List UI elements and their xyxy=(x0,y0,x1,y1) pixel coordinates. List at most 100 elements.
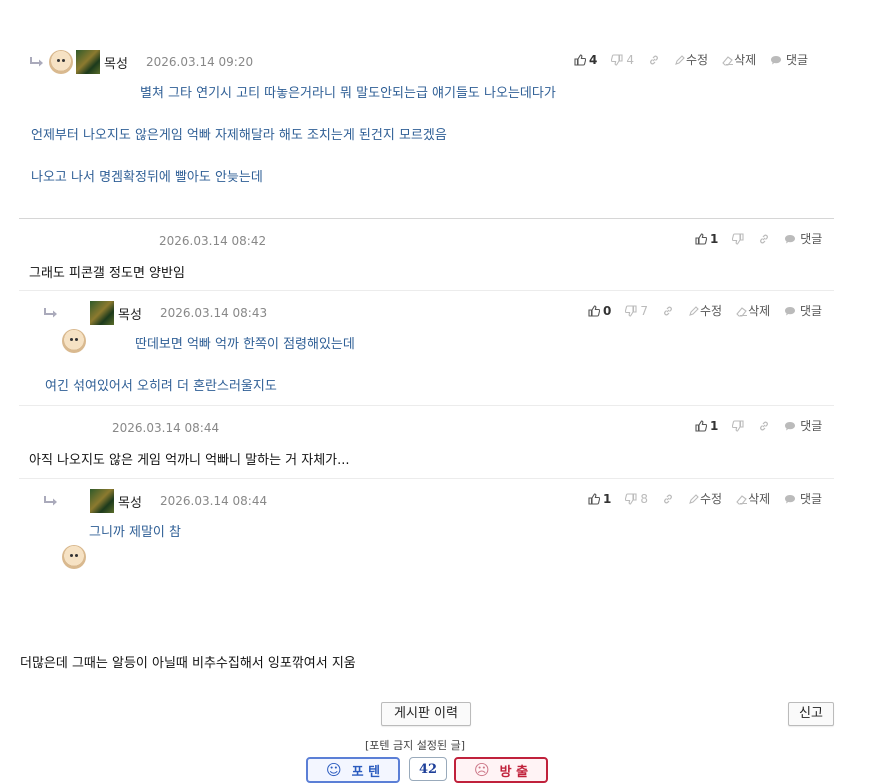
delete-label: 삭제 xyxy=(748,492,771,506)
reply-arrow-icon xyxy=(43,307,59,319)
upvote-button[interactable]: 4 xyxy=(574,53,597,67)
edit-button[interactable]: 수정 xyxy=(674,51,708,68)
speech-bubble-icon xyxy=(784,493,796,505)
delete-label: 삭제 xyxy=(748,304,771,318)
author-name[interactable]: 목성 xyxy=(118,492,142,511)
delete-label: 삭제 xyxy=(734,53,757,67)
comment-text: 별쳐 그타 연기시 고티 따놓은거라니 뭐 말도안되는급 얘기들도 나오는데다가 xyxy=(140,86,556,101)
link-button[interactable] xyxy=(758,420,770,432)
thumbs-up-icon xyxy=(695,420,707,432)
link-icon xyxy=(662,493,674,505)
edit-button[interactable]: 수정 xyxy=(688,302,722,319)
link-button[interactable] xyxy=(758,233,770,245)
face-icon: ☺ xyxy=(325,761,342,779)
downvote-button[interactable] xyxy=(732,233,744,245)
reply-label: 댓글 xyxy=(800,419,823,433)
link-icon xyxy=(662,305,674,317)
author-name[interactable]: 목성 xyxy=(118,304,142,323)
poten-label: 포 텐 xyxy=(351,764,381,780)
comment-text: 그래도 피콘갤 정도면 양반임 xyxy=(29,266,185,281)
author-name[interactable]: 목성 xyxy=(104,53,128,72)
bangchul-button[interactable]: ☹ 방 출 xyxy=(454,757,548,783)
edit-button[interactable]: 수정 xyxy=(688,490,722,507)
comment-actions: 0 7 수정 삭제 댓글 xyxy=(588,302,822,319)
upvote-count: 0 xyxy=(603,303,612,318)
board-history-button[interactable]: 게시판 이력 xyxy=(381,702,471,726)
speech-bubble-icon xyxy=(770,54,782,66)
link-icon xyxy=(758,420,770,432)
pencil-icon xyxy=(688,305,700,317)
thumbs-up-icon xyxy=(695,233,707,245)
comment-text: 여긴 섞여있어서 오히려 더 혼란스러울지도 xyxy=(45,379,277,394)
report-button[interactable]: 신고 xyxy=(788,702,834,726)
comment-text: 나오고 나서 명겜확정뒤에 빨아도 안늦는데 xyxy=(31,170,263,185)
bangchul-label: 방 출 xyxy=(499,764,529,780)
link-icon xyxy=(758,233,770,245)
upvote-button[interactable]: 1 xyxy=(695,419,718,433)
comment-text: 언제부터 나오지도 않은게임 억빠 자제해달라 해도 조치는게 된건지 모르겠음 xyxy=(31,128,447,143)
downvote-button[interactable]: 7 xyxy=(625,304,648,318)
upvote-count: 1 xyxy=(710,418,719,433)
comment-actions: 4 4 수정 삭제 댓글 xyxy=(574,51,808,68)
comment-date: 2026.03.14 09:20 xyxy=(146,55,254,69)
downvote-button[interactable] xyxy=(732,420,744,432)
reply-arrow-icon xyxy=(43,495,59,507)
eraser-icon xyxy=(736,493,748,505)
poten-button[interactable]: ☺ 포 텐 xyxy=(306,757,400,783)
divider xyxy=(19,290,834,291)
thumbs-down-icon xyxy=(611,54,623,66)
delete-button[interactable]: 삭제 xyxy=(736,302,770,319)
avatar xyxy=(49,50,73,74)
divider xyxy=(19,218,834,219)
comment-text: 딴데보면 억빠 억까 한쪽이 점령해있는데 xyxy=(135,337,355,352)
delete-button[interactable]: 삭제 xyxy=(722,51,756,68)
thumbs-up-icon xyxy=(588,305,600,317)
profile-image[interactable] xyxy=(76,50,100,74)
divider xyxy=(19,478,834,479)
thumbs-down-icon xyxy=(732,420,744,432)
comment-actions: 1 8 수정 삭제 댓글 xyxy=(588,490,822,507)
comment-date: 2026.03.14 08:44 xyxy=(112,421,220,435)
link-button[interactable] xyxy=(648,54,660,66)
link-button[interactable] xyxy=(662,493,674,505)
comment-actions: 1 댓글 xyxy=(695,230,822,247)
reply-button[interactable]: 댓글 xyxy=(784,417,822,434)
reply-label: 댓글 xyxy=(800,492,823,506)
upvote-count: 1 xyxy=(603,491,612,506)
comment-1: 목성 2026.03.14 09:20 4 4 수정 삭제 댓글 별쳐 그타 연… xyxy=(0,0,874,185)
reply-arrow-icon xyxy=(29,56,45,68)
reply-button[interactable]: 댓글 xyxy=(784,490,822,507)
upvote-count: 4 xyxy=(589,52,598,67)
reply-label: 댓글 xyxy=(800,232,823,246)
edit-label: 수정 xyxy=(700,492,723,506)
divider xyxy=(19,405,834,406)
comment-text: 아직 나오지도 않은 게임 억까니 억빠니 말하는 거 자체가... xyxy=(29,453,350,468)
upvote-button[interactable]: 0 xyxy=(588,304,611,318)
reply-label: 댓글 xyxy=(786,53,809,67)
avatar xyxy=(62,329,86,353)
reply-button[interactable]: 댓글 xyxy=(770,51,808,68)
upvote-button[interactable]: 1 xyxy=(588,492,611,506)
downvote-button[interactable]: 4 xyxy=(611,53,634,67)
profile-image[interactable] xyxy=(90,489,114,513)
eraser-icon xyxy=(722,54,734,66)
comment-date: 2026.03.14 08:42 xyxy=(159,234,267,248)
comment-date: 2026.03.14 08:43 xyxy=(160,306,268,320)
edit-label: 수정 xyxy=(700,304,723,318)
face-icon: ☹ xyxy=(473,761,490,779)
comment-text: 그니까 제말이 참 xyxy=(89,525,181,540)
vote-count: 42 xyxy=(409,757,447,781)
downvote-count: 4 xyxy=(626,52,634,67)
upvote-button[interactable]: 1 xyxy=(695,232,718,246)
reply-button[interactable]: 댓글 xyxy=(784,302,822,319)
post-text: 더많은데 그때는 알등이 아닐때 비추수집해서 잉포깎여서 지움 xyxy=(20,656,356,671)
poten-banned-note: [포텐 금지 설정된 글] xyxy=(365,739,466,752)
reply-button[interactable]: 댓글 xyxy=(784,230,822,247)
link-button[interactable] xyxy=(662,305,674,317)
reply-label: 댓글 xyxy=(800,304,823,318)
downvote-button[interactable]: 8 xyxy=(625,492,648,506)
profile-image[interactable] xyxy=(90,301,114,325)
thumbs-down-icon xyxy=(625,493,637,505)
delete-button[interactable]: 삭제 xyxy=(736,490,770,507)
link-icon xyxy=(648,54,660,66)
